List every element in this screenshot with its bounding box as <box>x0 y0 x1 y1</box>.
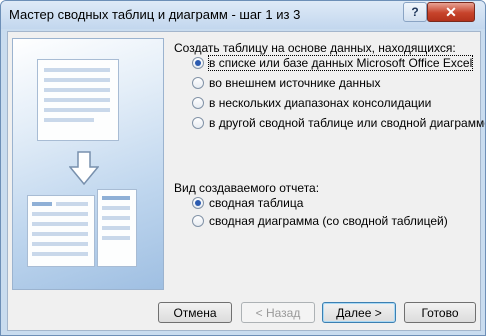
radio-consolidation-ranges[interactable]: в нескольких диапазонах консолидации <box>192 94 431 112</box>
radio-button[interactable] <box>192 77 204 89</box>
window-title: Мастер сводных таблиц и диаграмм - шаг 1… <box>9 7 301 22</box>
back-button[interactable]: < Назад <box>241 302 315 323</box>
down-arrow-icon <box>69 151 99 185</box>
title-bar[interactable]: Мастер сводных таблиц и диаграмм - шаг 1… <box>1 1 485 29</box>
source-sheet-icon <box>37 59 119 141</box>
close-button[interactable]: ✕ <box>427 2 475 22</box>
radio-label: в нескольких диапазонах консолидации <box>209 96 432 110</box>
finish-button[interactable]: Готово <box>404 302 476 323</box>
pivot-table-icon <box>27 195 95 267</box>
radio-another-pivot[interactable]: в другой сводной таблице или сводной диа… <box>192 114 486 132</box>
pivot-wizard-illustration <box>12 38 164 290</box>
source-group-label: Создать таблицу на основе данных, находя… <box>174 41 456 55</box>
radio-button[interactable] <box>192 97 204 109</box>
radio-label: сводная диаграмма (со сводной таблицей) <box>209 214 448 228</box>
radio-button[interactable] <box>192 117 204 129</box>
radio-pivot-chart[interactable]: сводная диаграмма (со сводной таблицей) <box>192 212 448 230</box>
next-button[interactable]: Далее > <box>322 302 396 323</box>
radio-pivot-table[interactable]: сводная таблица <box>192 194 303 212</box>
cancel-button[interactable]: Отмена <box>158 302 232 323</box>
radio-label: в другой сводной таблице или сводной диа… <box>209 116 486 130</box>
report-group-label: Вид создаваемого отчета: <box>174 181 320 195</box>
radio-button[interactable] <box>192 215 204 227</box>
radio-button[interactable] <box>192 57 204 69</box>
radio-button[interactable] <box>192 197 204 209</box>
wizard-dialog: Мастер сводных таблиц и диаграмм - шаг 1… <box>0 0 486 336</box>
radio-label: во внешнем источнике данных <box>209 76 381 90</box>
radio-external-source[interactable]: во внешнем источнике данных <box>192 74 380 92</box>
radio-label: сводная таблица <box>209 196 304 210</box>
help-button[interactable]: ? <box>403 2 427 22</box>
dialog-body: Создать таблицу на основе данных, находя… <box>7 31 485 331</box>
radio-excel-list[interactable]: в списке или базе данных Microsoft Offic… <box>192 54 474 72</box>
radio-label: в списке или базе данных Microsoft Offic… <box>207 55 474 71</box>
pivot-field-list-icon <box>97 189 137 267</box>
